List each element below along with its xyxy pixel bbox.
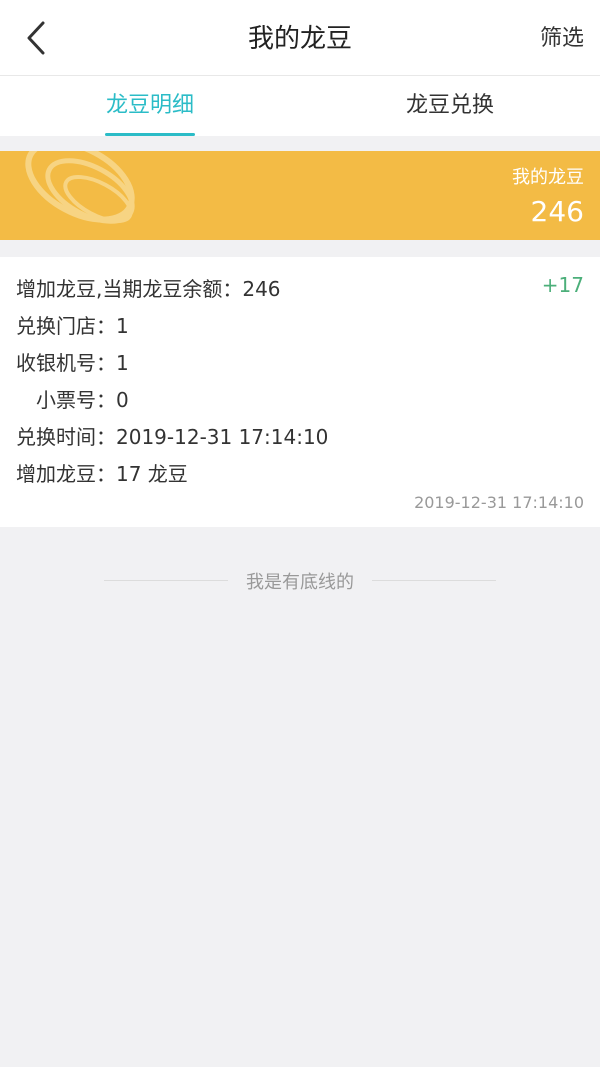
bean-balance-value: 246: [530, 195, 584, 228]
end-of-list-text: 我是有底线的: [246, 572, 354, 593]
record-amount: +17: [541, 273, 584, 297]
tab-active-indicator: [105, 133, 195, 136]
coin-stack-icon: [25, 151, 135, 224]
tab-bean-exchange[interactable]: 龙豆兑换: [300, 76, 600, 136]
record-summary: 增加龙豆,当期龙豆余额：246: [16, 277, 281, 301]
record-cashier: 收银机号：1: [16, 351, 129, 375]
footer-divider-right: [372, 580, 496, 581]
bean-balance-label: 我的龙豆: [512, 167, 584, 188]
record-store: 兑换门店：1: [16, 314, 129, 338]
tab-label: 龙豆兑换: [405, 93, 494, 118]
filter-button[interactable]: 筛选: [540, 0, 584, 76]
tab-bean-details[interactable]: 龙豆明细: [0, 76, 300, 136]
bean-balance-banner: 我的龙豆 246: [0, 151, 600, 240]
navbar: 我的龙豆 筛选: [0, 0, 600, 76]
record-added: 增加龙豆：17 龙豆: [16, 462, 188, 486]
tab-bar: 龙豆明细 龙豆兑换: [0, 76, 600, 136]
record-timestamp: 2019-12-31 17:14:10: [414, 493, 584, 512]
page-title: 我的龙豆: [247, 24, 352, 54]
record-receipt: 小票号：0: [36, 388, 129, 412]
tab-label: 龙豆明细: [105, 93, 194, 118]
bean-record-card[interactable]: 增加龙豆,当期龙豆余额：246 +17 兑换门店：1 收银机号：1 小票号：0 …: [0, 257, 600, 527]
record-exchange-time: 兑换时间：2019-12-31 17:14:10: [16, 425, 329, 449]
